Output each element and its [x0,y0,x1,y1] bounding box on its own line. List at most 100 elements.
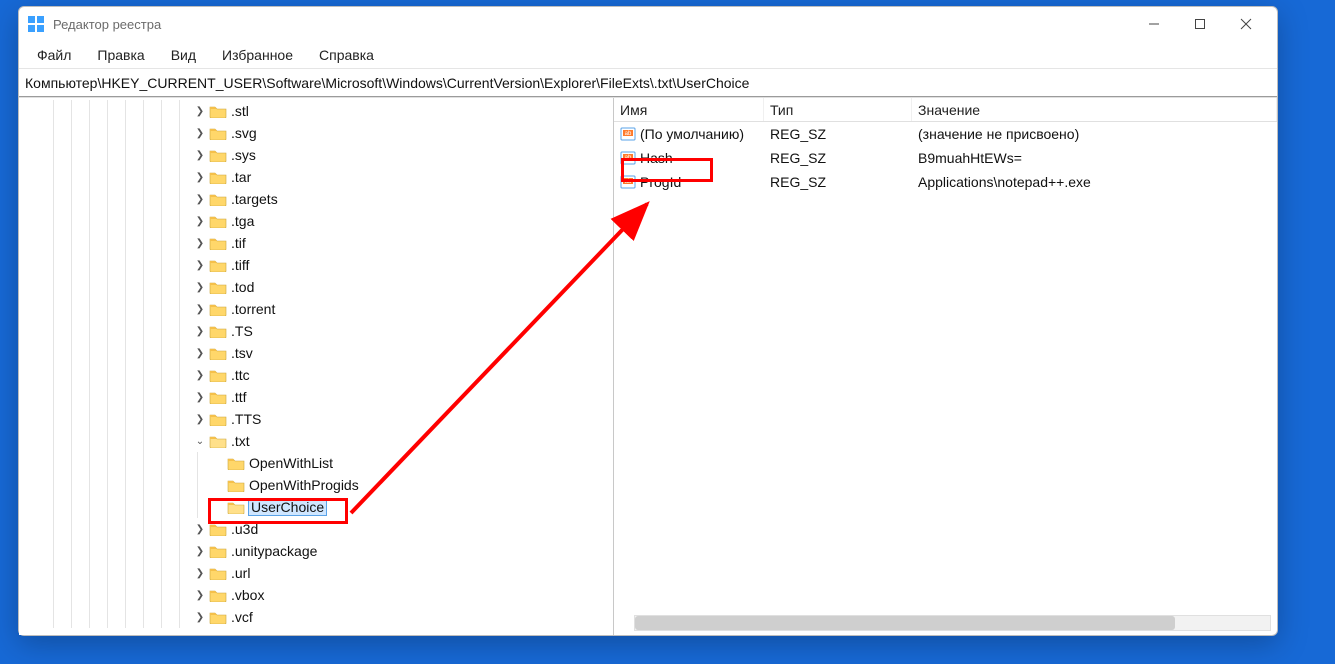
value-name: (По умолчанию) [640,126,744,142]
tree-label: .u3d [231,521,258,537]
expander-icon[interactable]: ⌄ [193,436,207,447]
tree-label: .vbox [231,587,264,603]
menu-view[interactable]: Вид [159,43,208,67]
tree-item[interactable]: ❯ .ttc [19,364,613,386]
tree-pane[interactable]: ❯ .stl❯ .svg❯ .sys❯ .tar❯ .targets❯ .tga… [19,98,614,635]
titlebar[interactable]: Редактор реестра [19,7,1277,41]
tree-label: OpenWithProgids [249,477,359,493]
address-text: Компьютер\HKEY_CURRENT_USER\Software\Mic… [25,75,749,91]
expander-icon[interactable]: ❯ [193,392,207,403]
value-row[interactable]: ab HashREG_SZB9muahHtEWs= [614,146,1277,170]
tree-item[interactable]: ❯ .url [19,562,613,584]
tree-item[interactable]: ❯ .u3d [19,518,613,540]
expander-icon[interactable]: ❯ [193,612,207,623]
tree-item[interactable]: ❯ .tar [19,166,613,188]
col-type[interactable]: Тип [764,98,912,121]
value-row[interactable]: ab (По умолчанию)REG_SZ(значение не прис… [614,122,1277,146]
expander-icon[interactable]: ❯ [193,590,207,601]
tree-item[interactable]: ❯ .torrent [19,298,613,320]
expander-icon[interactable]: ❯ [193,194,207,205]
tree-item[interactable]: ❯ .tiff [19,254,613,276]
expander-icon[interactable]: ❯ [193,128,207,139]
registry-editor-window: Редактор реестра Файл Правка Вид Избранн… [18,6,1278,636]
tree-label: .ttf [231,389,247,405]
close-button[interactable] [1223,9,1269,39]
folder-icon [209,390,227,404]
expander-icon[interactable]: ❯ [193,370,207,381]
tree-item[interactable]: ❯ .unitypackage [19,540,613,562]
menu-edit[interactable]: Правка [85,43,156,67]
value-data: B9muahHtEWs= [918,150,1022,166]
expander-icon[interactable]: ❯ [193,326,207,337]
tree-label: .sys [231,147,256,163]
minimize-button[interactable] [1131,9,1177,39]
tree-item[interactable]: ⌄ .txt [19,430,613,452]
expander-icon[interactable]: ❯ [193,348,207,359]
expander-icon[interactable]: ❯ [193,282,207,293]
tree-item[interactable]: OpenWithList [19,452,613,474]
tree-item[interactable]: ❯ .svg [19,122,613,144]
folder-icon [209,566,227,580]
value-name: ProgId [640,174,681,190]
address-bar[interactable]: Компьютер\HKEY_CURRENT_USER\Software\Mic… [19,69,1277,97]
tree-item[interactable]: ❯ .vbox [19,584,613,606]
tree-item[interactable]: ❯ .stl [19,100,613,122]
folder-icon [209,610,227,624]
col-value[interactable]: Значение [912,98,1277,121]
tree-label: .url [231,565,250,581]
value-name: Hash [640,150,673,166]
folder-icon [209,434,227,448]
folder-icon [227,500,245,514]
tree-item[interactable]: ❯ .TS [19,320,613,342]
tree-label: .stl [231,103,249,119]
expander-icon[interactable]: ❯ [193,172,207,183]
folder-icon [209,126,227,140]
expander-icon[interactable]: ❯ [193,216,207,227]
string-value-icon: ab [620,150,636,166]
value-data: Applications\notepad++.exe [918,174,1091,190]
tree-label: .unitypackage [231,543,317,559]
values-pane[interactable]: Имя Тип Значение ab (По умолчанию) REG_SZ… [614,98,1277,635]
folder-icon [227,456,245,470]
tree-item[interactable]: UserChoice [19,496,613,518]
value-type: REG_SZ [770,126,826,142]
tree-label: UserChoice [249,499,326,515]
tree-item[interactable]: ❯ .tga [19,210,613,232]
expander-icon[interactable]: ❯ [193,524,207,535]
menu-help[interactable]: Справка [307,43,386,67]
maximize-button[interactable] [1177,9,1223,39]
tree-item[interactable]: ❯ .tif [19,232,613,254]
string-value-icon: ab [620,174,636,190]
menu-file[interactable]: Файл [25,43,83,67]
tree-item[interactable]: ❯ .targets [19,188,613,210]
expander-icon[interactable]: ❯ [193,414,207,425]
tree-item[interactable]: ❯ .tod [19,276,613,298]
tree-item[interactable]: ❯ .tsv [19,342,613,364]
col-name[interactable]: Имя [614,98,764,121]
horizontal-scrollbar[interactable] [634,615,1271,631]
tree-label: .tif [231,235,246,251]
tree-item[interactable]: OpenWithProgids [19,474,613,496]
expander-icon[interactable]: ❯ [193,238,207,249]
value-row[interactable]: ab ProgIdREG_SZApplications\notepad++.ex… [614,170,1277,194]
app-icon [27,15,45,33]
expander-icon[interactable]: ❯ [193,568,207,579]
tree-item[interactable]: ❯ .vcf [19,606,613,628]
string-value-icon: ab [620,126,636,142]
expander-icon[interactable]: ❯ [193,106,207,117]
tree-item[interactable]: ❯ .ttf [19,386,613,408]
tree-label: .targets [231,191,278,207]
tree-item[interactable]: ❯ .sys [19,144,613,166]
tree-label: .TTS [231,411,261,427]
menu-favorites[interactable]: Избранное [210,43,305,67]
expander-icon[interactable]: ❯ [193,304,207,315]
expander-icon[interactable]: ❯ [193,546,207,557]
expander-icon[interactable]: ❯ [193,260,207,271]
folder-icon [209,346,227,360]
tree-label: .tod [231,279,254,295]
expander-icon[interactable]: ❯ [193,150,207,161]
folder-icon [209,258,227,272]
tree-item[interactable]: ❯ .TTS [19,408,613,430]
folder-icon [209,588,227,602]
tree-label: .torrent [231,301,275,317]
